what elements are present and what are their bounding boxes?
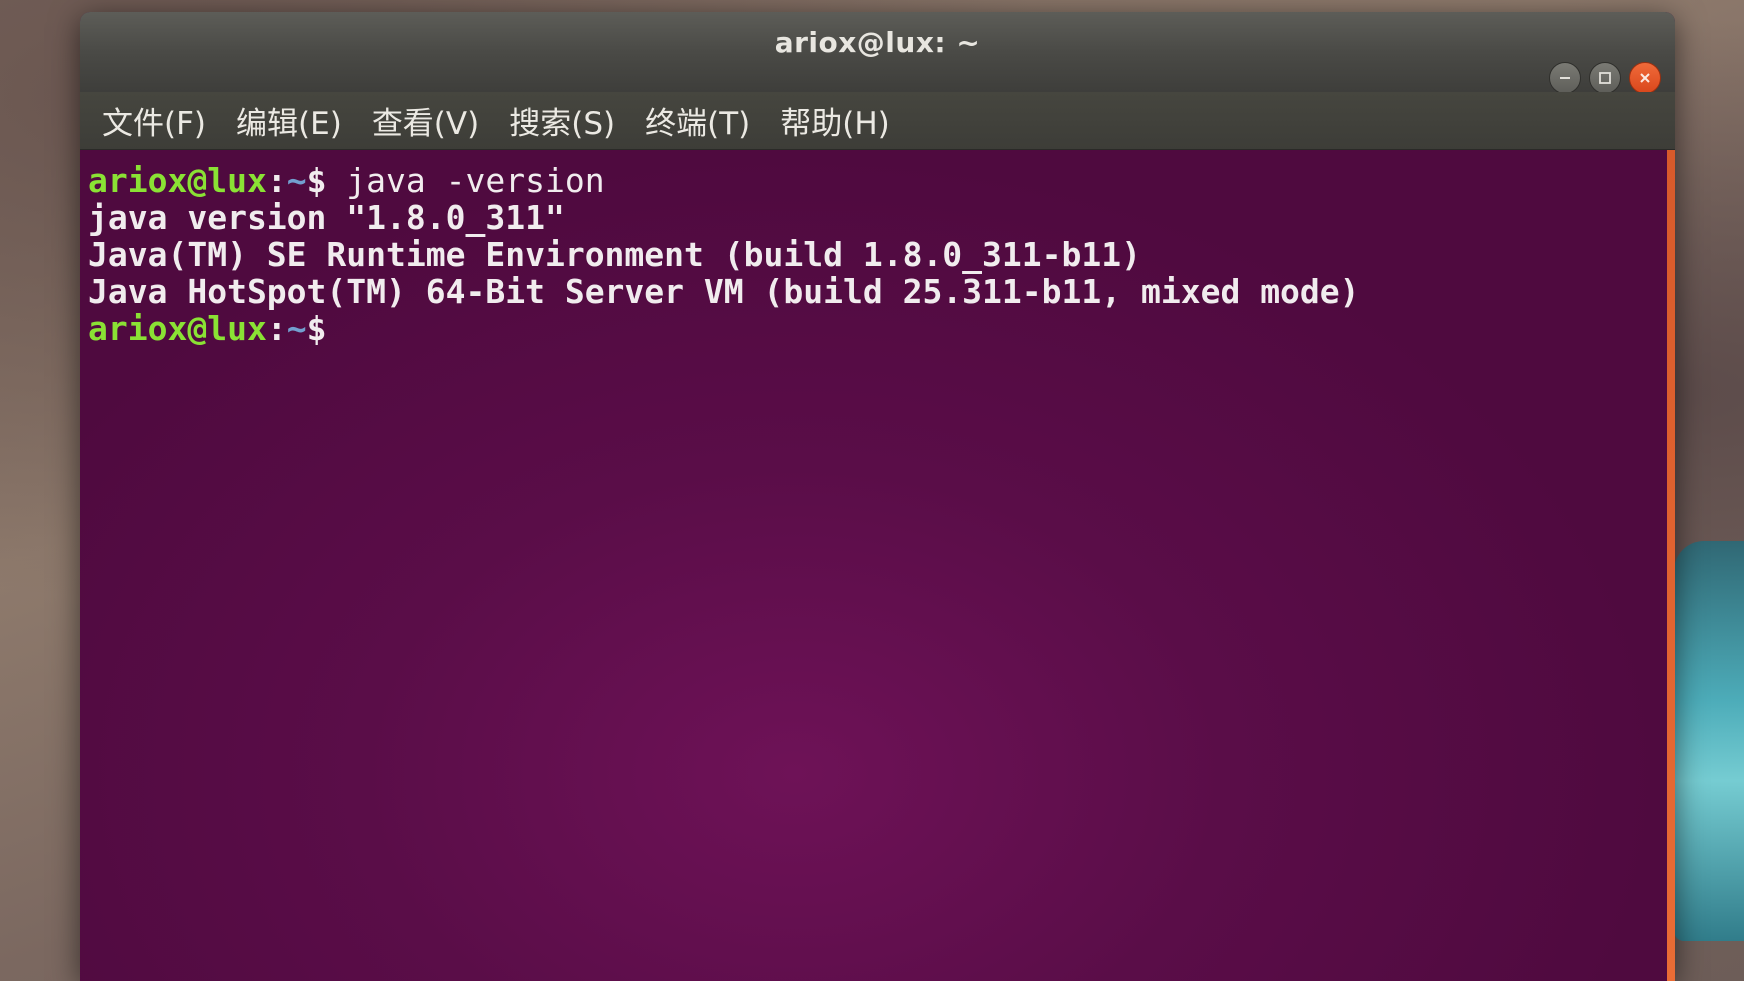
prompt-symbol: $ [306,161,327,200]
close-icon [1640,73,1650,83]
minimize-button[interactable] [1549,62,1581,94]
output-line-version: java version "1.8.0_311" [88,198,565,237]
menu-bar: 文件(F) 编辑(E) 查看(V) 搜索(S) 终端(T) 帮助(H) [80,92,1675,150]
menu-search[interactable]: 搜索(S) [509,98,615,143]
menu-terminal[interactable]: 终端(T) [645,98,750,143]
terminal-window: ariox@lux: ~ 文件(F) 编辑(E) 查看(V) 搜索(S) 终端(… [80,12,1675,981]
menu-help[interactable]: 帮助(H) [780,98,890,143]
window-controls [1549,62,1661,94]
maximize-icon [1599,72,1611,84]
prompt-user-host: ariox@lux [88,309,267,348]
output-line-vm: Java HotSpot(TM) 64-Bit Server VM (build… [88,272,1360,311]
prompt-colon: : [266,309,287,348]
window-title: ariox@lux: ~ [774,26,981,59]
close-button[interactable] [1629,62,1661,94]
prompt-path: ~ [286,309,307,348]
terminal-content[interactable]: ariox@lux:~$ java -version java version "… [80,150,1667,981]
menu-view[interactable]: 查看(V) [372,98,479,143]
prompt-user-host: ariox@lux [88,161,267,200]
desktop-wallpaper-accent [1674,541,1744,941]
command-line: ariox@lux:~$ java -version [88,162,1667,199]
menu-edit[interactable]: 编辑(E) [236,98,342,143]
menu-file[interactable]: 文件(F) [102,98,206,143]
prompt-path: ~ [286,161,307,200]
command-text: java -version [326,161,605,200]
prompt-symbol: $ [306,309,327,348]
current-prompt-line: ariox@lux:~$ [88,310,1667,347]
maximize-button[interactable] [1589,62,1621,94]
window-edge-highlight [1667,150,1675,981]
minimize-icon [1560,77,1570,79]
title-bar[interactable]: ariox@lux: ~ [80,12,1675,94]
output-line-runtime: Java(TM) SE Runtime Environment (build 1… [88,235,1141,274]
prompt-colon: : [266,161,287,200]
